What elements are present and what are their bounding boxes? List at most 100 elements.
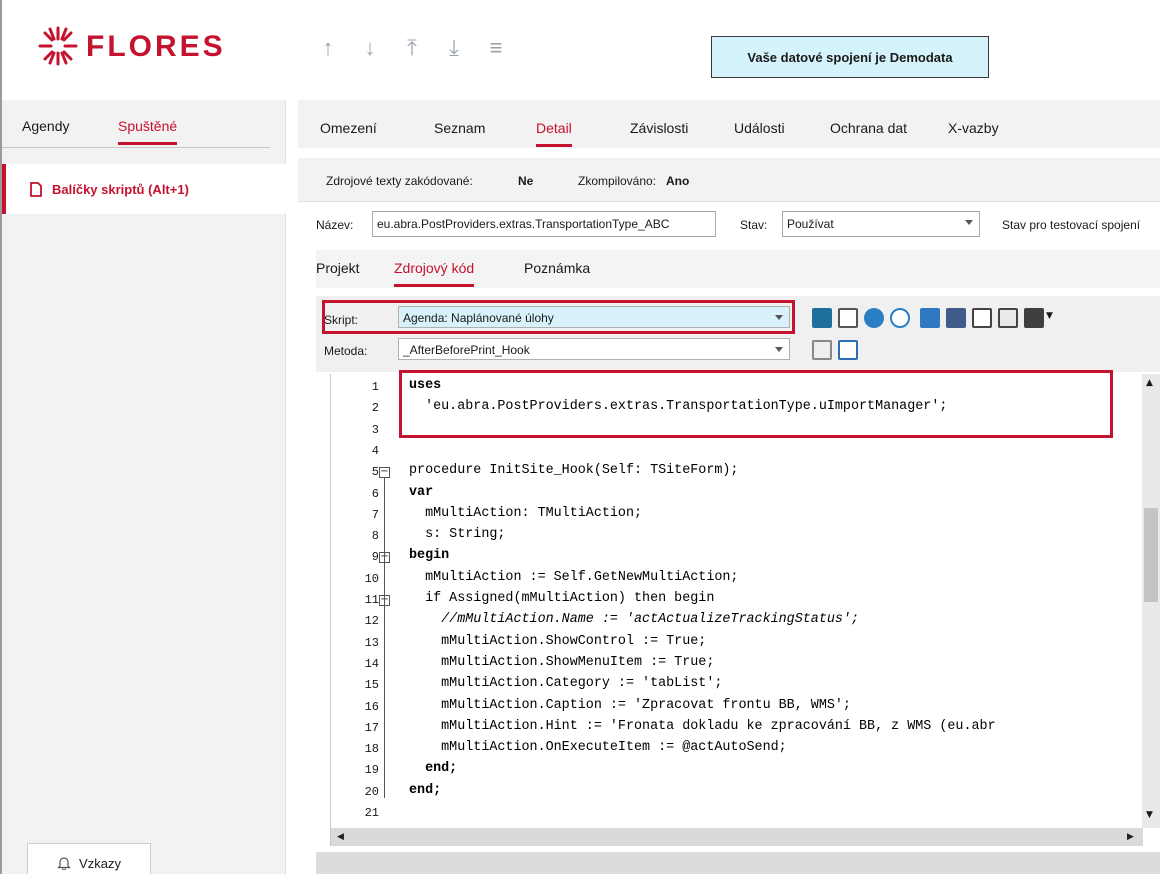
gear-icon[interactable]: [920, 308, 940, 328]
vertical-scrollbar[interactable]: ▲ ▼: [1142, 374, 1160, 828]
scroll-left-icon[interactable]: ◀: [337, 832, 344, 842]
line-number: 9: [371, 550, 379, 565]
compiled-value: Ano: [666, 174, 690, 188]
move-up-icon[interactable]: ↑: [315, 36, 341, 60]
page-alt-icon[interactable]: [838, 340, 858, 360]
menu-icon[interactable]: ≡: [483, 36, 509, 60]
code-line: uses: [409, 378, 442, 393]
scroll-thumb[interactable]: [1144, 508, 1158, 602]
script-select[interactable]: Agenda: Naplánované úlohy: [398, 306, 790, 328]
tab-zavislosti[interactable]: Závislosti: [630, 120, 688, 144]
chevron-down-icon: [775, 347, 783, 352]
line-number: 2: [371, 401, 379, 416]
move-down-icon[interactable]: ↓: [357, 36, 383, 60]
line-number: 1: [371, 380, 379, 394]
line-number: 8: [371, 529, 379, 544]
encoded-value: Ne: [518, 174, 534, 188]
note-icon[interactable]: [946, 308, 966, 328]
move-bottom-icon[interactable]: ⤓: [441, 36, 467, 60]
tab-poznamka[interactable]: Poznámka: [524, 260, 590, 284]
document-icon: [30, 181, 42, 197]
code-editor[interactable]: 123456789101112131415161718192021−−− use…: [330, 370, 1160, 846]
sidebar: Agendy Spuštěné Balíčky skriptů (Alt+1) …: [2, 100, 286, 874]
line-number: 21: [364, 806, 379, 820]
line-number: 11: [364, 593, 379, 607]
connection-badge[interactable]: Vaše datové spojení je Demodata: [711, 36, 989, 78]
find-replace-icon[interactable]: [890, 308, 910, 328]
code-line: mMultiAction := Self.GetNewMultiAction;: [409, 569, 739, 585]
encoded-label: Zdrojové texty zakódované:: [326, 174, 473, 188]
fold-guide: [384, 478, 385, 798]
line-number: 15: [364, 678, 379, 693]
code-line: 'eu.abra.PostProviders.extras.Transporta…: [409, 399, 948, 415]
tab-seznam[interactable]: Seznam: [434, 120, 485, 144]
chevron-down-icon: [775, 315, 783, 320]
scroll-up-icon[interactable]: ▲: [1146, 378, 1153, 388]
vzkazy-label: Vzkazy: [79, 855, 121, 871]
scroll-down-icon[interactable]: ▼: [1146, 810, 1153, 820]
code-line: end;: [409, 761, 458, 777]
script-value: Agenda: Naplánované úlohy: [403, 311, 554, 325]
page-icon[interactable]: [812, 340, 832, 360]
search-icon[interactable]: [864, 308, 884, 328]
horizontal-scrollbar[interactable]: ◀ ▶: [331, 828, 1143, 846]
code-line: mMultiAction.ShowControl := True;: [409, 633, 707, 649]
tab-agendy[interactable]: Agendy: [22, 118, 69, 142]
code-line: mMultiAction.OnExecuteItem := @actAutoSe…: [409, 740, 787, 756]
code-line: procedure InitSite_Hook(Self: TSiteForm)…: [409, 463, 739, 479]
note-alt-icon[interactable]: [972, 308, 992, 328]
flores-logo-icon: FLORES: [38, 26, 223, 66]
flores-logo: FLORES: [34, 22, 294, 70]
sidebar-item-label: Balíčky skriptů (Alt+1): [52, 181, 189, 197]
status-line: Zdrojové texty zakódované: Ne Zkompilová…: [298, 158, 1160, 202]
sidebar-tabs: Agendy Spuštěné: [2, 118, 270, 148]
record-navigation: ↑ ↓ ⤒ ⤓ ≡: [315, 36, 509, 60]
main-tabs: Omezení Seznam Detail Závislosti Událost…: [298, 100, 1160, 148]
code-line: //mMultiAction.Name := 'actActualizeTrac…: [409, 612, 859, 628]
main-panel: Omezení Seznam Detail Závislosti Událost…: [286, 100, 1160, 874]
state-select[interactable]: Používat: [782, 211, 980, 237]
tab-detail[interactable]: Detail: [536, 120, 572, 147]
save-dropdown-icon[interactable]: ▼: [1046, 311, 1053, 321]
code-area[interactable]: uses 'eu.abra.PostProviders.extras.Trans…: [409, 374, 1139, 826]
line-number: 14: [364, 656, 379, 671]
state-value: Používat: [787, 217, 834, 231]
move-top-icon[interactable]: ⤒: [399, 36, 425, 60]
tab-udalosti[interactable]: Události: [734, 120, 785, 144]
sidebar-item-balicky-skriptu[interactable]: Balíčky skriptů (Alt+1): [2, 164, 286, 214]
tab-omezeni[interactable]: Omezení: [320, 120, 377, 144]
method-select[interactable]: _AfterBeforePrint_Hook: [398, 338, 790, 360]
list-icon[interactable]: [998, 308, 1018, 328]
line-number: 20: [364, 784, 379, 799]
code-line: mMultiAction.Category := 'tabList';: [409, 676, 723, 692]
tab-zdrojovy-kod[interactable]: Zdrojový kód: [394, 260, 475, 287]
fold-toggle-icon[interactable]: −: [379, 467, 390, 479]
tab-spustene[interactable]: Spuštěné: [118, 118, 178, 145]
top-bar: FLORES ↑ ↓ ⤒ ⤓ ≡ Vaše datové spojení je …: [2, 0, 1160, 100]
scroll-right-icon[interactable]: ▶: [1127, 832, 1134, 842]
print-preview-icon[interactable]: [838, 308, 858, 328]
line-number: 19: [364, 763, 379, 778]
tab-ochrana-dat[interactable]: Ochrana dat: [830, 120, 907, 144]
line-number: 13: [364, 635, 379, 650]
line-number: 10: [364, 571, 379, 586]
code-line: mMultiAction: TMultiAction;: [409, 505, 643, 521]
code-line: var: [409, 484, 434, 500]
line-number: 18: [364, 742, 379, 757]
name-label: Název:: [316, 218, 354, 232]
code-line: end;: [409, 782, 442, 798]
line-number: 3: [371, 422, 379, 437]
binary-import-icon[interactable]: [812, 308, 832, 328]
code-line: mMultiAction.ShowMenuItem := True;: [409, 654, 715, 670]
vzkazy-button[interactable]: Vzkazy: [27, 843, 151, 874]
tab-x-vazby[interactable]: X-vazby: [948, 120, 999, 144]
method-value: _AfterBeforePrint_Hook: [403, 343, 530, 357]
sub-tabs: Projekt Zdrojový kód Poznámka: [316, 250, 1160, 288]
line-number: 4: [371, 443, 379, 458]
script-label: Skript:: [324, 313, 359, 327]
name-field[interactable]: eu.abra.PostProviders.extras.Transportat…: [372, 211, 716, 237]
line-number: 6: [371, 486, 379, 501]
code-line: if Assigned(mMultiAction) then begin: [409, 591, 715, 606]
save-icon[interactable]: [1024, 308, 1044, 328]
tab-projekt[interactable]: Projekt: [316, 260, 360, 284]
